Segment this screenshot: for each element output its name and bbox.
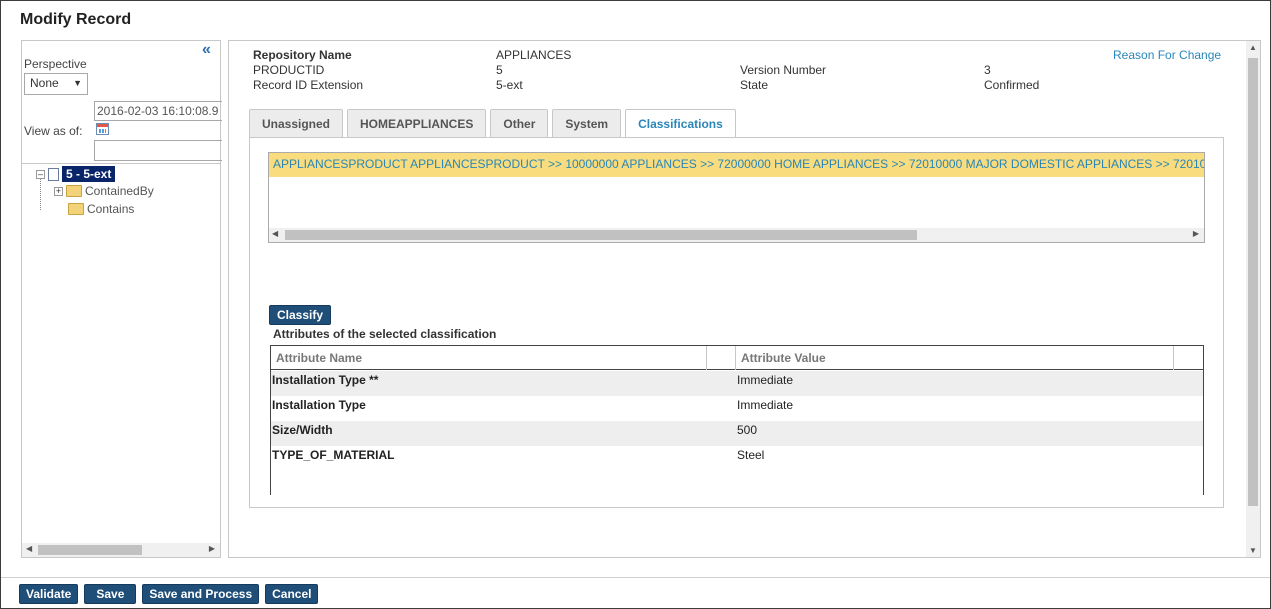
footer-toolbar: Validate Save Save and Process Cancel: [19, 584, 319, 604]
tab-other[interactable]: Other: [490, 109, 549, 138]
attribute-name-cell: Installation Type: [272, 398, 366, 412]
cancel-button[interactable]: Cancel: [265, 584, 319, 604]
scroll-left-icon[interactable]: ◀: [272, 229, 278, 238]
perspective-select[interactable]: None ▼: [24, 73, 88, 95]
repository-name-value: APPLIANCES: [496, 48, 572, 62]
classification-path-row[interactable]: APPLIANCESPRODUCT APPLIANCESPRODUCT >> 1…: [269, 153, 1204, 177]
scroll-right-icon[interactable]: ▶: [209, 544, 215, 553]
attributes-table-header: Attribute Name Attribute Value: [271, 346, 1203, 370]
attribute-value-cell: Immediate: [737, 398, 794, 412]
perspective-select-value: None: [30, 76, 59, 90]
tab-bar: Unassigned HOMEAPPLIANCES Other System C…: [249, 109, 736, 139]
scroll-down-icon[interactable]: ▼: [1249, 546, 1257, 555]
productid-value: 5: [496, 63, 503, 77]
version-number-label: Version Number: [740, 63, 827, 77]
path-horizontal-scrollbar[interactable]: ◀ ▶: [269, 228, 1204, 242]
page-title: Modify Record: [20, 11, 132, 28]
attribute-name-cell: Installation Type **: [272, 373, 379, 387]
attributes-table: Attribute Name Attribute Value Installat…: [270, 345, 1204, 495]
tree-root-node[interactable]: – 5 - 5-ext: [36, 166, 116, 182]
perspective-label: Perspective: [24, 57, 87, 71]
scroll-up-icon[interactable]: ▲: [1249, 43, 1257, 52]
attribute-value-cell: Immediate: [737, 373, 794, 387]
scroll-right-icon[interactable]: ▶: [1193, 229, 1199, 238]
dropdown-arrow-icon: ▼: [73, 78, 82, 88]
record-id-extension-label: Record ID Extension: [253, 78, 364, 92]
tab-system[interactable]: System: [552, 109, 622, 138]
tree-root-label[interactable]: 5 - 5-ext: [62, 166, 116, 182]
view-as-of-label: View as of:: [24, 124, 83, 138]
left-panel: « Perspective None ▼ 2016-02-03 16:10:08…: [21, 40, 222, 558]
attributes-title: Attributes of the selected classificatio…: [273, 327, 497, 341]
column-divider: [735, 346, 736, 370]
tree-node-label[interactable]: ContainedBy: [85, 184, 154, 198]
folder-icon: [68, 203, 84, 215]
record-id-extension-value: 5-ext: [496, 78, 523, 92]
folder-icon: [66, 185, 82, 197]
tab-classifications[interactable]: Classifications: [625, 109, 736, 139]
column-header-attribute-name[interactable]: Attribute Name: [276, 351, 362, 365]
right-panel: Repository Name APPLIANCES PRODUCTID 5 R…: [228, 40, 1261, 558]
expand-icon[interactable]: +: [54, 186, 63, 196]
productid-label: PRODUCTID: [253, 63, 325, 77]
scroll-left-icon[interactable]: ◀: [26, 544, 32, 553]
state-label: State: [740, 78, 769, 92]
tree-node-contains[interactable]: Contains: [68, 202, 134, 216]
tree-node-label[interactable]: Contains: [87, 202, 134, 216]
save-and-process-button[interactable]: Save and Process: [142, 584, 260, 604]
state-value: Confirmed: [984, 78, 1040, 92]
document-icon: [48, 167, 59, 181]
classification-path-box: APPLIANCESPRODUCT APPLIANCESPRODUCT >> 1…: [268, 152, 1205, 243]
classifications-panel: APPLIANCESPRODUCT APPLIANCESPRODUCT >> 1…: [249, 137, 1224, 508]
repository-name-label: Repository Name: [253, 48, 352, 62]
right-vertical-scrollbar[interactable]: ▲ ▼: [1246, 41, 1260, 557]
attribute-name-cell: Size/Width: [272, 423, 333, 437]
table-row[interactable]: Size/Width 500: [271, 421, 1203, 446]
scrollbar-thumb[interactable]: [285, 230, 917, 240]
attribute-name-cell: TYPE_OF_MATERIAL: [272, 448, 395, 462]
left-horizontal-scrollbar[interactable]: ◀ ▶: [22, 543, 220, 557]
scrollbar-thumb[interactable]: [1248, 58, 1258, 506]
save-button[interactable]: Save: [84, 584, 137, 604]
attribute-value-cell: 500: [737, 423, 758, 437]
tab-homeappliances[interactable]: HOMEAPPLIANCES: [347, 109, 487, 138]
column-header-attribute-value[interactable]: Attribute Value: [741, 351, 826, 365]
table-row[interactable]: TYPE_OF_MATERIAL Steel: [271, 446, 1203, 471]
table-row[interactable]: Installation Type Immediate: [271, 396, 1203, 421]
column-divider: [706, 346, 707, 370]
column-divider: [1173, 346, 1174, 370]
attribute-value-cell: Steel: [737, 448, 765, 462]
view-as-of-input[interactable]: 2016-02-03 16:10:08.9: [94, 101, 222, 121]
validate-button[interactable]: Validate: [19, 584, 79, 604]
left-panel-divider: [22, 163, 220, 164]
view-as-of-extra-input[interactable]: [94, 140, 222, 161]
footer-divider: [1, 577, 1270, 578]
scrollbar-thumb[interactable]: [38, 545, 142, 555]
tree-node-containedby[interactable]: + ContainedBy: [54, 184, 154, 198]
classify-button[interactable]: Classify: [269, 305, 332, 325]
collapse-icon[interactable]: –: [36, 169, 45, 179]
tab-unassigned[interactable]: Unassigned: [249, 109, 344, 138]
reason-for-change-link[interactable]: Reason For Change: [1113, 48, 1221, 62]
calendar-icon[interactable]: [96, 123, 109, 135]
version-number-value: 3: [984, 63, 991, 77]
table-row[interactable]: Installation Type ** Immediate: [271, 371, 1203, 396]
collapse-left-icon[interactable]: «: [202, 41, 211, 59]
